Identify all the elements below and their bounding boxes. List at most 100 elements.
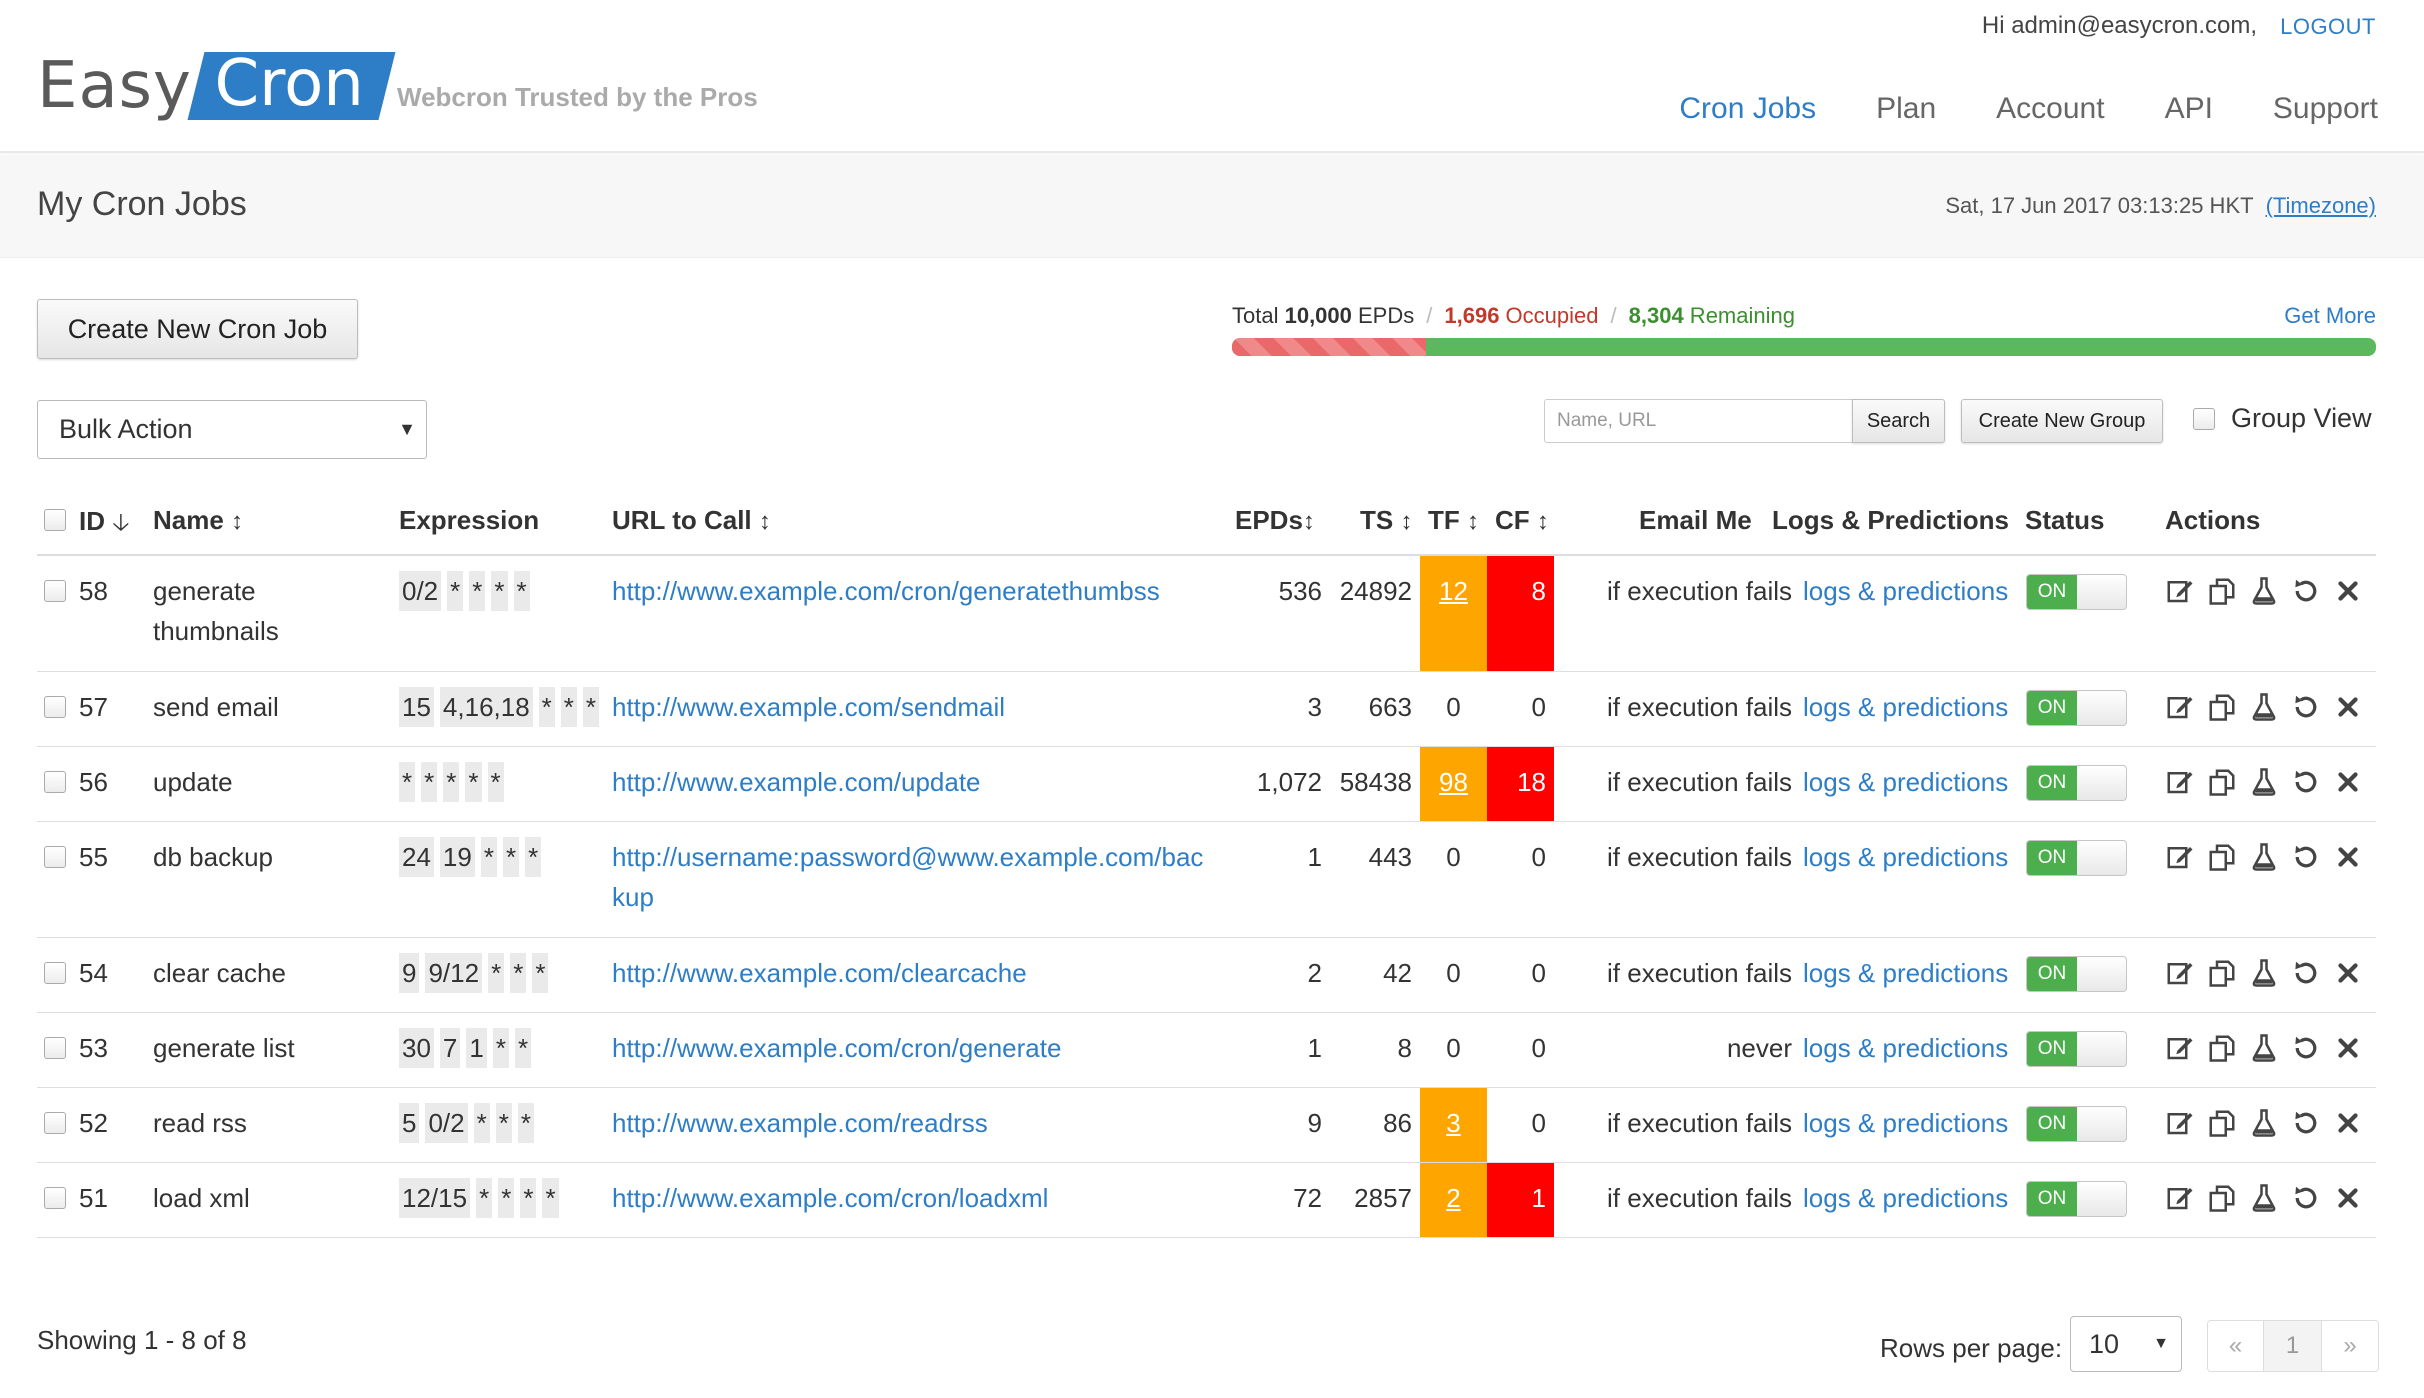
reset-icon[interactable] bbox=[2291, 958, 2321, 988]
job-url-link[interactable]: http://username:password@www.example.com… bbox=[612, 837, 1212, 917]
row-checkbox[interactable] bbox=[44, 696, 66, 718]
col-url[interactable]: URL to Call ↕ bbox=[612, 505, 771, 536]
status-toggle[interactable]: ON bbox=[2026, 1031, 2127, 1067]
copy-icon[interactable] bbox=[2207, 842, 2237, 872]
delete-icon[interactable] bbox=[2333, 842, 2363, 872]
nav-account[interactable]: Account bbox=[1996, 92, 2104, 126]
logout-link[interactable]: LOGOUT bbox=[2280, 14, 2376, 40]
delete-icon[interactable] bbox=[2333, 576, 2363, 606]
job-url-link[interactable]: http://www.example.com/cron/generate bbox=[612, 1028, 1212, 1068]
col-tf[interactable]: TF ↕ bbox=[1428, 505, 1479, 536]
row-checkbox[interactable] bbox=[44, 846, 66, 868]
reset-icon[interactable] bbox=[2291, 1108, 2321, 1138]
reset-icon[interactable] bbox=[2291, 692, 2321, 722]
edit-icon[interactable] bbox=[2165, 1183, 2195, 1213]
bulk-action-select[interactable]: Bulk Action ▼ bbox=[37, 400, 427, 459]
reset-icon[interactable] bbox=[2291, 576, 2321, 606]
edit-icon[interactable] bbox=[2165, 842, 2195, 872]
job-url-link[interactable]: http://www.example.com/cron/generatethum… bbox=[612, 571, 1212, 611]
test-flask-icon[interactable] bbox=[2249, 576, 2279, 606]
logs-predictions-link[interactable]: logs & predictions bbox=[1803, 1103, 2008, 1143]
job-url-link[interactable]: http://www.example.com/clearcache bbox=[612, 953, 1212, 993]
pager-next[interactable]: » bbox=[2322, 1321, 2378, 1371]
edit-icon[interactable] bbox=[2165, 576, 2195, 606]
col-epds[interactable]: EPDs↕ bbox=[1235, 505, 1315, 536]
row-checkbox[interactable] bbox=[44, 580, 66, 602]
nav-support[interactable]: Support bbox=[2273, 92, 2378, 126]
logs-predictions-link[interactable]: logs & predictions bbox=[1803, 837, 2008, 877]
logs-predictions-link[interactable]: logs & predictions bbox=[1803, 762, 2008, 802]
nav-cron-jobs[interactable]: Cron Jobs bbox=[1679, 92, 1816, 126]
row-checkbox[interactable] bbox=[44, 1187, 66, 1209]
test-flask-icon[interactable] bbox=[2249, 1108, 2279, 1138]
copy-icon[interactable] bbox=[2207, 692, 2237, 722]
delete-icon[interactable] bbox=[2333, 1183, 2363, 1213]
logs-predictions-link[interactable]: logs & predictions bbox=[1803, 1028, 2008, 1068]
status-toggle[interactable]: ON bbox=[2026, 1106, 2127, 1142]
reset-icon[interactable] bbox=[2291, 767, 2321, 797]
copy-icon[interactable] bbox=[2207, 576, 2237, 606]
edit-icon[interactable] bbox=[2165, 1033, 2195, 1063]
create-cron-job-button[interactable]: Create New Cron Job bbox=[37, 299, 358, 359]
copy-icon[interactable] bbox=[2207, 1033, 2237, 1063]
rows-per-page-select[interactable]: 10 ▼ bbox=[2070, 1316, 2182, 1372]
get-more-link[interactable]: Get More bbox=[2284, 303, 2376, 329]
nav-api[interactable]: API bbox=[2165, 92, 2213, 126]
logs-predictions-link[interactable]: logs & predictions bbox=[1803, 571, 2008, 611]
status-toggle[interactable]: ON bbox=[2026, 765, 2127, 801]
delete-icon[interactable] bbox=[2333, 692, 2363, 722]
test-flask-icon[interactable] bbox=[2249, 692, 2279, 722]
copy-icon[interactable] bbox=[2207, 1183, 2237, 1213]
job-tf[interactable]: 2 bbox=[1420, 1163, 1487, 1237]
test-flask-icon[interactable] bbox=[2249, 1183, 2279, 1213]
reset-icon[interactable] bbox=[2291, 1033, 2321, 1063]
timezone-link[interactable]: (Timezone) bbox=[2266, 193, 2376, 218]
row-checkbox[interactable] bbox=[44, 771, 66, 793]
reset-icon[interactable] bbox=[2291, 1183, 2321, 1213]
status-toggle[interactable]: ON bbox=[2026, 956, 2127, 992]
test-flask-icon[interactable] bbox=[2249, 958, 2279, 988]
pager-page-1[interactable]: 1 bbox=[2264, 1321, 2322, 1371]
col-cf[interactable]: CF ↕ bbox=[1495, 505, 1549, 536]
copy-icon[interactable] bbox=[2207, 1108, 2237, 1138]
pager-prev[interactable]: « bbox=[2208, 1321, 2264, 1371]
job-url-link[interactable]: http://www.example.com/sendmail bbox=[612, 687, 1212, 727]
logs-predictions-link[interactable]: logs & predictions bbox=[1803, 953, 2008, 993]
test-flask-icon[interactable] bbox=[2249, 842, 2279, 872]
delete-icon[interactable] bbox=[2333, 1108, 2363, 1138]
status-toggle[interactable]: ON bbox=[2026, 840, 2127, 876]
logo[interactable]: Easy Cron bbox=[37, 47, 396, 123]
job-tf[interactable]: 12 bbox=[1420, 556, 1487, 671]
logs-predictions-link[interactable]: logs & predictions bbox=[1803, 1178, 2008, 1218]
row-checkbox[interactable] bbox=[44, 1112, 66, 1134]
edit-icon[interactable] bbox=[2165, 1108, 2195, 1138]
reset-icon[interactable] bbox=[2291, 842, 2321, 872]
edit-icon[interactable] bbox=[2165, 958, 2195, 988]
nav-plan[interactable]: Plan bbox=[1876, 92, 1936, 126]
search-input[interactable]: Name, URL bbox=[1544, 399, 1853, 443]
test-flask-icon[interactable] bbox=[2249, 1033, 2279, 1063]
job-tf[interactable]: 98 bbox=[1420, 747, 1487, 821]
job-tf[interactable]: 3 bbox=[1420, 1088, 1487, 1162]
status-toggle[interactable]: ON bbox=[2026, 574, 2127, 610]
delete-icon[interactable] bbox=[2333, 767, 2363, 797]
search-button[interactable]: Search bbox=[1852, 399, 1945, 443]
test-flask-icon[interactable] bbox=[2249, 767, 2279, 797]
job-url-link[interactable]: http://www.example.com/cron/loadxml bbox=[612, 1178, 1212, 1218]
col-ts[interactable]: TS ↕ bbox=[1360, 505, 1412, 536]
copy-icon[interactable] bbox=[2207, 767, 2237, 797]
col-id[interactable]: ID 🡣 bbox=[79, 505, 129, 546]
job-url-link[interactable]: http://www.example.com/readrss bbox=[612, 1103, 1212, 1143]
status-toggle[interactable]: ON bbox=[2026, 1181, 2127, 1217]
select-all-checkbox[interactable] bbox=[44, 509, 66, 531]
edit-icon[interactable] bbox=[2165, 767, 2195, 797]
logs-predictions-link[interactable]: logs & predictions bbox=[1803, 687, 2008, 727]
col-name[interactable]: Name ↕ bbox=[153, 505, 243, 536]
status-toggle[interactable]: ON bbox=[2026, 690, 2127, 726]
row-checkbox[interactable] bbox=[44, 962, 66, 984]
job-url-link[interactable]: http://www.example.com/update bbox=[612, 762, 1212, 802]
delete-icon[interactable] bbox=[2333, 1033, 2363, 1063]
row-checkbox[interactable] bbox=[44, 1037, 66, 1059]
copy-icon[interactable] bbox=[2207, 958, 2237, 988]
delete-icon[interactable] bbox=[2333, 958, 2363, 988]
